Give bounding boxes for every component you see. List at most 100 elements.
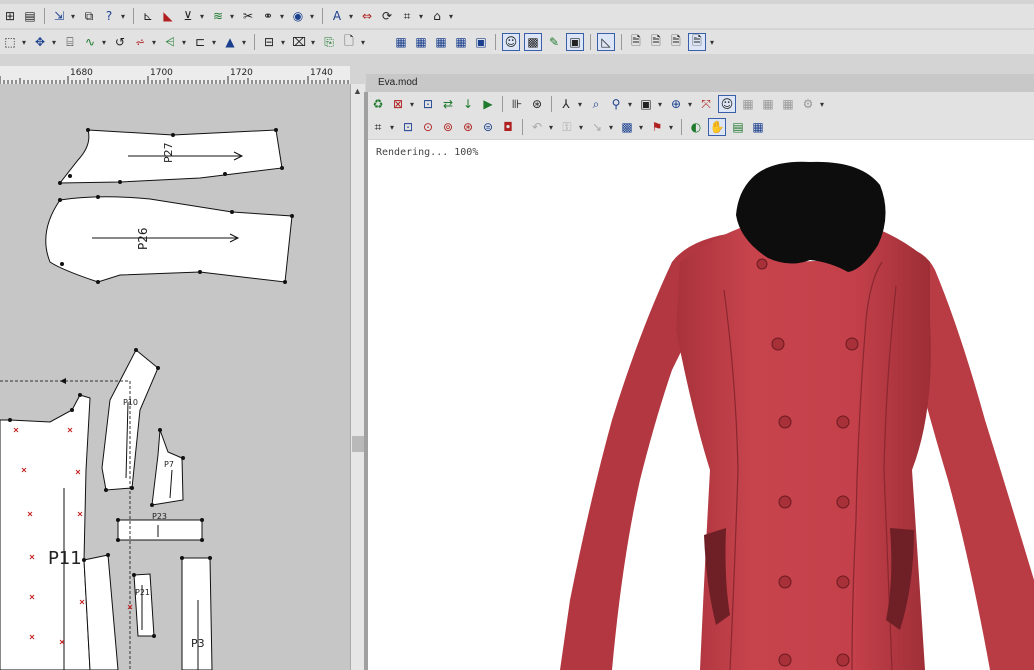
- page4-icon[interactable]: 🗎: [688, 33, 706, 51]
- pattern-piece-p26[interactable]: [45, 196, 293, 283]
- vertex[interactable]: [58, 181, 62, 185]
- vertex[interactable]: [96, 195, 100, 199]
- vertex[interactable]: [150, 503, 154, 507]
- image-icon[interactable]: ▤: [730, 119, 746, 135]
- dropdown-arrow-icon[interactable]: ▾: [212, 38, 218, 47]
- arrow-icon[interactable]: ↘: [589, 119, 605, 135]
- dropdown-arrow-icon[interactable]: ▾: [310, 12, 316, 21]
- vertex[interactable]: [78, 393, 82, 397]
- table4-icon[interactable]: ▦: [453, 34, 469, 50]
- vertex[interactable]: [132, 573, 136, 577]
- avatar-icon[interactable]: ☺: [502, 33, 520, 51]
- vertex[interactable]: [208, 556, 212, 560]
- grid2-icon[interactable]: ▦: [760, 96, 776, 112]
- dropdown-arrow-icon[interactable]: ▾: [349, 12, 355, 21]
- vertex[interactable]: [158, 428, 162, 432]
- vertex[interactable]: [134, 348, 138, 352]
- frame-icon[interactable]: ▣: [566, 33, 584, 51]
- help-icon[interactable]: ?: [101, 8, 117, 24]
- box-icon[interactable]: ⌗: [370, 119, 386, 135]
- scroll-up-arrow-icon[interactable]: ▲: [353, 86, 362, 96]
- image2-icon[interactable]: ▦: [750, 119, 766, 135]
- dropdown-arrow-icon[interactable]: ▾: [820, 100, 826, 109]
- brush-icon[interactable]: ✎: [546, 34, 562, 50]
- vertex[interactable]: [104, 488, 108, 492]
- vertex[interactable]: [82, 558, 86, 562]
- page-icon[interactable]: 🗎: [628, 34, 644, 50]
- lock-icon[interactable]: ⚿: [559, 119, 575, 135]
- vertex[interactable]: [8, 418, 12, 422]
- vertex[interactable]: [283, 280, 287, 284]
- shape-icon[interactable]: ⊟: [261, 34, 277, 50]
- fullscreen-icon[interactable]: ⤧: [698, 96, 714, 112]
- light-icon[interactable]: ▩: [619, 119, 635, 135]
- dropdown-arrow-icon[interactable]: ▾: [121, 12, 127, 21]
- dropdown-arrow-icon[interactable]: ▾: [281, 38, 287, 47]
- dropdown-arrow-icon[interactable]: ▾: [71, 12, 77, 21]
- camera-icon[interactable]: ▣: [638, 96, 654, 112]
- dropdown-arrow-icon[interactable]: ▾: [410, 100, 416, 109]
- dropdown-arrow-icon[interactable]: ▾: [549, 123, 555, 132]
- grid1-icon[interactable]: ▦: [740, 96, 756, 112]
- table3-icon[interactable]: ▦: [433, 34, 449, 50]
- vertex[interactable]: [118, 180, 122, 184]
- table-icon[interactable]: ▦: [393, 34, 409, 50]
- vertex[interactable]: [171, 133, 175, 137]
- fabric-icon[interactable]: ▩: [524, 33, 542, 51]
- undo-icon[interactable]: ↶: [529, 119, 545, 135]
- target-icon[interactable]: ⊛: [529, 96, 545, 112]
- stop-icon[interactable]: ⊠: [390, 96, 406, 112]
- top-view-icon[interactable]: ⊜: [480, 119, 496, 135]
- flip-icon[interactable]: ⧉: [81, 8, 97, 24]
- sew-icon[interactable]: ⚭: [260, 8, 276, 24]
- pleat-icon[interactable]: ≋: [210, 8, 226, 24]
- zoom-icon[interactable]: ⌕: [588, 96, 604, 112]
- table2-icon[interactable]: ▦: [413, 34, 429, 50]
- pattern-piece-p21[interactable]: [133, 573, 155, 637]
- dropdown-arrow-icon[interactable]: ▾: [609, 123, 615, 132]
- dropdown-arrow-icon[interactable]: ▾: [230, 12, 236, 21]
- vertex[interactable]: [181, 456, 185, 460]
- fold-icon[interactable]: ⌗: [399, 8, 415, 24]
- vertex[interactable]: [200, 518, 204, 522]
- rotate-left-icon[interactable]: ↺: [112, 34, 128, 50]
- avatar-icon[interactable]: ☺: [718, 95, 736, 113]
- hand-icon[interactable]: ✋: [708, 118, 726, 136]
- grid-icon[interactable]: ⊞: [2, 8, 18, 24]
- marker-icon[interactable]: ⊏: [192, 34, 208, 50]
- zoom-in-icon[interactable]: ⊕: [668, 96, 684, 112]
- persp-icon[interactable]: ⊛: [460, 119, 476, 135]
- mirror-icon[interactable]: ⇔: [359, 8, 375, 24]
- vertex[interactable]: [96, 280, 100, 284]
- dropdown-arrow-icon[interactable]: ▾: [449, 12, 455, 21]
- vertex[interactable]: [60, 262, 64, 266]
- triangle-icon[interactable]: ▲: [222, 34, 238, 50]
- save-icon[interactable]: ⊡: [420, 96, 436, 112]
- dropdown-arrow-icon[interactable]: ▾: [658, 100, 664, 109]
- pattern-icon[interactable]: ▤: [22, 8, 38, 24]
- curve-icon[interactable]: ∿: [82, 34, 98, 50]
- layout-icon[interactable]: ⌧: [291, 34, 307, 50]
- sphere-icon[interactable]: ◐: [688, 119, 704, 135]
- vertex[interactable]: [200, 538, 204, 542]
- down-arrow-icon[interactable]: ↓: [460, 96, 476, 112]
- vertex[interactable]: [106, 553, 110, 557]
- grid3-icon[interactable]: ▦: [780, 96, 796, 112]
- 3d-viewport[interactable]: Rendering... 100%: [368, 140, 1034, 670]
- pattern-canvas[interactable]: P27 P26 P10 P7 P23 P11 P21 P3: [0, 84, 350, 670]
- vertical-scrollbar[interactable]: ▲: [350, 84, 365, 670]
- doc-icon[interactable]: ⎘: [321, 34, 337, 50]
- align-icon[interactable]: ⊾: [140, 8, 156, 24]
- dropdown-arrow-icon[interactable]: ▾: [311, 38, 317, 47]
- side-view-icon[interactable]: ⊙: [420, 119, 436, 135]
- vertex[interactable]: [290, 214, 294, 218]
- dropdown-arrow-icon[interactable]: ▾: [419, 12, 425, 21]
- dropdown-arrow-icon[interactable]: ▾: [688, 100, 694, 109]
- step-icon[interactable]: ⊪: [509, 96, 525, 112]
- dropdown-arrow-icon[interactable]: ▾: [361, 38, 367, 47]
- vertex[interactable]: [274, 128, 278, 132]
- rotate-icon[interactable]: ⟳: [379, 8, 395, 24]
- page3-icon[interactable]: 🗎: [668, 34, 684, 50]
- flag-icon[interactable]: ⚑: [649, 119, 665, 135]
- measure-icon[interactable]: ⇲: [51, 8, 67, 24]
